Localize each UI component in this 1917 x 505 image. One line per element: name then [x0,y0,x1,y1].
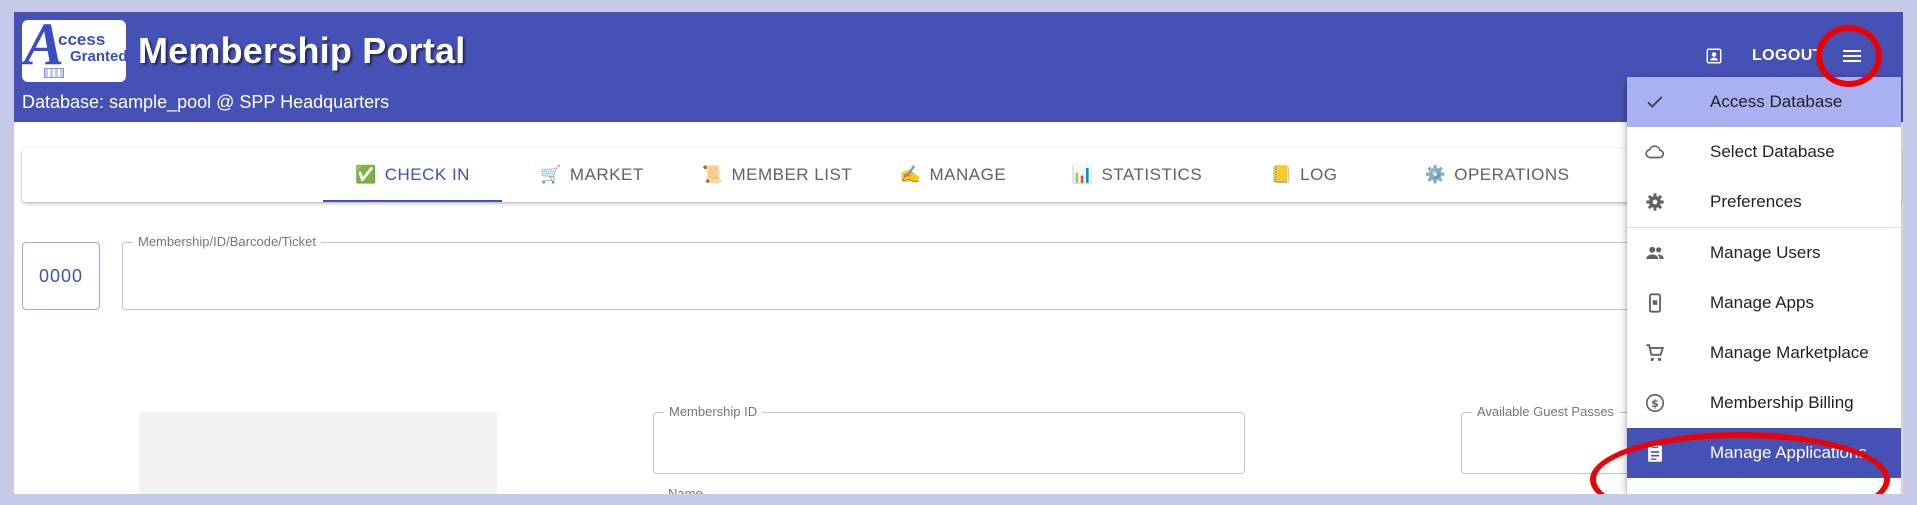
tab-label: LOG [1300,165,1338,184]
clipboard-icon [1643,441,1667,465]
menu-item-label: Access Database [1710,92,1843,111]
menu-item-preferences[interactable]: Preferences [1627,177,1901,227]
phone-app-icon [1643,291,1667,315]
menu-item-label: Preferences [1710,192,1802,211]
scroll-icon: 📜 [701,165,724,184]
tab-statistics[interactable]: 📊 STATISTICS [1052,148,1222,202]
menu-item-manage-users[interactable]: Manage Users [1627,228,1901,278]
app-window: A ccess Granted Membership Portal Databa… [14,12,1903,494]
app-header: A ccess Granted Membership Portal Databa… [14,12,1903,122]
tab-label: OPERATIONS [1454,165,1570,184]
people-icon [1643,241,1667,265]
tab-label: MARKET [569,165,644,184]
membership-id-label: Membership ID [664,403,763,421]
logo-text-top: ccess [58,30,106,49]
menu-item-label: Manage Marketplace [1710,343,1869,362]
cloud-icon [1643,140,1667,164]
menu-item-manage-apps[interactable]: Manage Apps [1627,278,1901,328]
tab-check-in[interactable]: ✅ CHECK IN [323,148,502,202]
dollar-circle-icon: $ [1643,391,1667,415]
tab-label: STATISTICS [1101,165,1203,184]
guest-passes-label: Available Guest Passes [1472,403,1620,421]
app-dropdown-menu: Access Database Select Database Preferen… [1627,77,1901,494]
membership-search-input[interactable]: Membership/ID/Barcode/Ticket [122,233,1642,310]
hamburger-menu-icon [1843,50,1861,62]
writing-hand-icon: ✍️ [899,165,922,184]
menu-item-membership-billing[interactable]: $ Membership Billing [1627,378,1901,428]
tab-label: MANAGE [929,165,1007,184]
database-indicator: Database: sample_pool @ SPP Headquarters [22,92,390,112]
tab-member-list[interactable]: 📜 MEMBER LIST [692,148,862,202]
tab-market[interactable]: 🛒 MARKET [532,148,652,202]
gear-icon [1643,190,1667,214]
page-title: Membership Portal [138,30,466,71]
logout-button[interactable]: LOGOUT [1752,40,1823,72]
main-tabs: ✅ CHECK IN 🛒 MARKET 📜 MEMBER LIST ✍️ MAN… [22,148,1902,202]
member-photo-placeholder [139,412,497,494]
menu-item-label: Select Database [1710,142,1835,161]
logo-grid-icon [44,68,64,78]
menu-item-label: Manage Users [1710,243,1821,262]
check-icon [1643,90,1667,114]
menu-item-label: Manage Applications [1710,443,1867,462]
menu-item-select-database[interactable]: Select Database [1627,127,1901,177]
menu-item-manage-applications[interactable]: Manage Applications [1627,428,1901,478]
menu-item-access-database[interactable]: Access Database [1627,77,1901,127]
membership-search-label: Membership/ID/Barcode/Ticket [133,233,321,251]
menu-item-label: Membership Billing [1710,393,1854,412]
access-granted-logo[interactable]: A ccess Granted [22,20,126,82]
tab-label: MEMBER LIST [731,165,853,184]
shopping-cart-icon: 🛒 [540,165,562,184]
tab-manage[interactable]: ✍️ MANAGE [888,148,1018,202]
membership-id-field[interactable]: Membership ID [653,403,1245,474]
name-field-label: Name [668,486,703,494]
check-mark-icon: ✅ [355,165,377,184]
menu-item-label: Manage Apps [1710,293,1814,312]
logo-text-bottom: Granted [70,48,126,65]
bar-chart-icon: 📊 [1071,165,1094,184]
account-box-icon[interactable] [1698,40,1730,72]
hamburger-menu-button[interactable] [1832,36,1872,76]
tab-operations[interactable]: ⚙️ OPERATIONS [1422,148,1572,202]
tab-label: CHECK IN [384,165,470,184]
cart-icon [1643,341,1667,365]
svg-text:$: $ [1651,397,1659,410]
checkin-counter[interactable]: 0000 [22,242,100,310]
tab-log[interactable]: 📒 LOG [1264,148,1344,202]
ledger-icon: 📒 [1270,165,1293,184]
menu-item-manage-marketplace[interactable]: Manage Marketplace [1627,328,1901,378]
gear-icon: ⚙️ [1424,165,1447,184]
